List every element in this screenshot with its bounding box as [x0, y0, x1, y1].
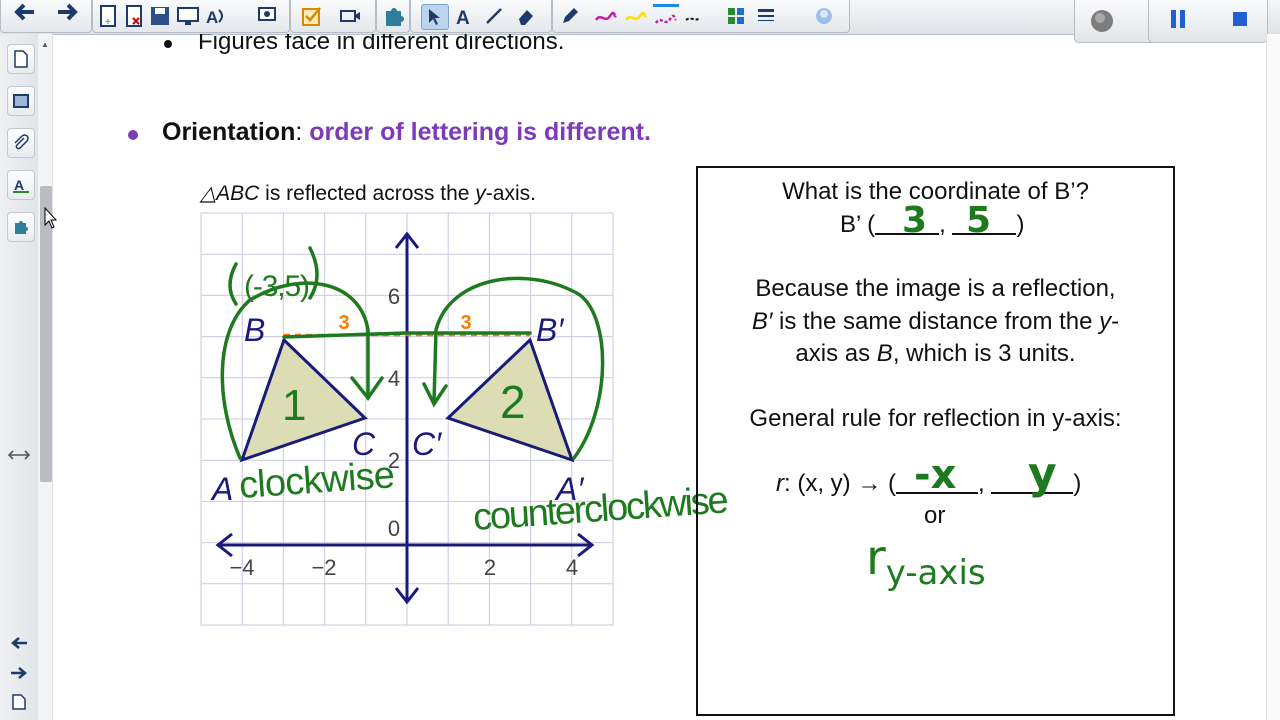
hw-rule-sub: y-axis	[885, 553, 986, 593]
distance-label-left: 3	[338, 312, 349, 334]
rule-body: : (x, y) → (	[784, 470, 896, 497]
hw-clockwise: clockwise	[238, 454, 397, 507]
question-line2: B’ (, )	[840, 211, 1024, 239]
distance-label-right: 3	[460, 312, 471, 334]
x-tick-2: 2	[484, 555, 496, 580]
hw-open-paren	[228, 262, 238, 306]
rule-sep: ,	[977, 470, 985, 497]
hw-counterclockwise: counterclockwise	[472, 479, 730, 539]
b-prime-prefix: B’ (	[840, 211, 876, 238]
rule-title: General rule for reflection in y-axis:	[749, 405, 1122, 432]
hw-rule-x: -x	[914, 452, 957, 498]
because-axis: axis as	[795, 340, 877, 367]
hw-label-1: 1	[282, 381, 306, 430]
answer-separator: ,	[939, 211, 946, 238]
because-dash: -	[1111, 308, 1120, 335]
b-prime-suffix: )	[1016, 211, 1025, 238]
question-line1: What is the coordinate of B’?	[782, 178, 1089, 205]
because-line1: Because the image is a reflection,	[755, 275, 1116, 302]
hw-rule-r: r	[866, 530, 886, 586]
rule-r: r	[776, 470, 784, 497]
y-tick-4: 4	[388, 366, 400, 391]
hw-rule-notation: ry-axis	[866, 530, 986, 593]
point-b-label: B	[244, 312, 265, 348]
because-y: y	[1099, 308, 1112, 335]
because-mid: is the same distance from the	[772, 308, 1100, 335]
hw-close-paren	[308, 246, 319, 300]
rule-end: )	[1073, 470, 1082, 497]
y-tick-0: 0	[388, 516, 400, 541]
hw-point-coords: (-3,5)	[244, 270, 310, 303]
rule-or: or	[924, 502, 946, 529]
because-b: B	[876, 340, 893, 367]
question-box: What is the coordinate of B’? B’ (, ) 3 …	[696, 166, 1175, 716]
because-end: , which is 3 units.	[892, 340, 1076, 367]
x-tick-neg4: −4	[229, 555, 254, 580]
because-line2: B′ is the same distance from the y-	[698, 308, 1173, 336]
x-tick-neg2: −2	[311, 555, 336, 580]
hw-answer-y: 5	[966, 200, 992, 241]
y-tick-6: 6	[388, 284, 400, 309]
because-line3: axis as B, which is 3 units.	[698, 340, 1173, 368]
hw-answer-x: 3	[902, 200, 928, 241]
point-a-label: A	[210, 471, 233, 507]
x-tick-4: 4	[566, 555, 578, 580]
point-b-prime-label: B′	[536, 312, 564, 348]
hw-rule-y: y	[1028, 448, 1057, 499]
because-b-prime: B′	[751, 308, 773, 335]
point-c-prime-label: C′	[412, 426, 442, 462]
hw-label-2: 2	[500, 376, 526, 428]
